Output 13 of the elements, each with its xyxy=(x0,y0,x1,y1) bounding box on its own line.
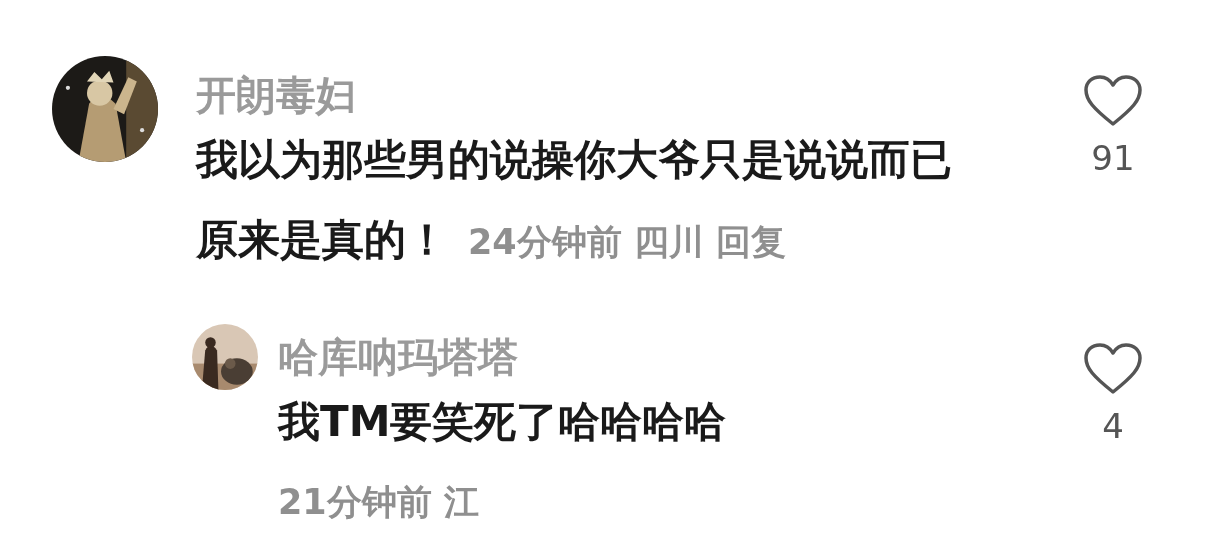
like-count: 91 xyxy=(1091,138,1135,178)
comment-text: 我TM要笑死了哈哈哈哈 xyxy=(278,396,727,448)
comment-text: 原来是真的！ xyxy=(196,214,448,266)
location: 四川 xyxy=(633,221,704,264)
heart-icon[interactable] xyxy=(1083,342,1143,396)
like-count: 4 xyxy=(1102,406,1124,446)
reply-link[interactable]: 回复 xyxy=(715,219,786,266)
comment-meta: 21分钟前 江 xyxy=(278,481,479,524)
comment-text: 我以为那些男的说操你大爷只是说说而已 xyxy=(196,134,952,186)
username[interactable]: 开朗毒妇 xyxy=(196,70,356,120)
username[interactable]: 哈库呐玛塔塔 xyxy=(278,332,518,382)
heart-icon[interactable] xyxy=(1083,74,1143,128)
timestamp: 24分钟前 xyxy=(468,221,622,264)
